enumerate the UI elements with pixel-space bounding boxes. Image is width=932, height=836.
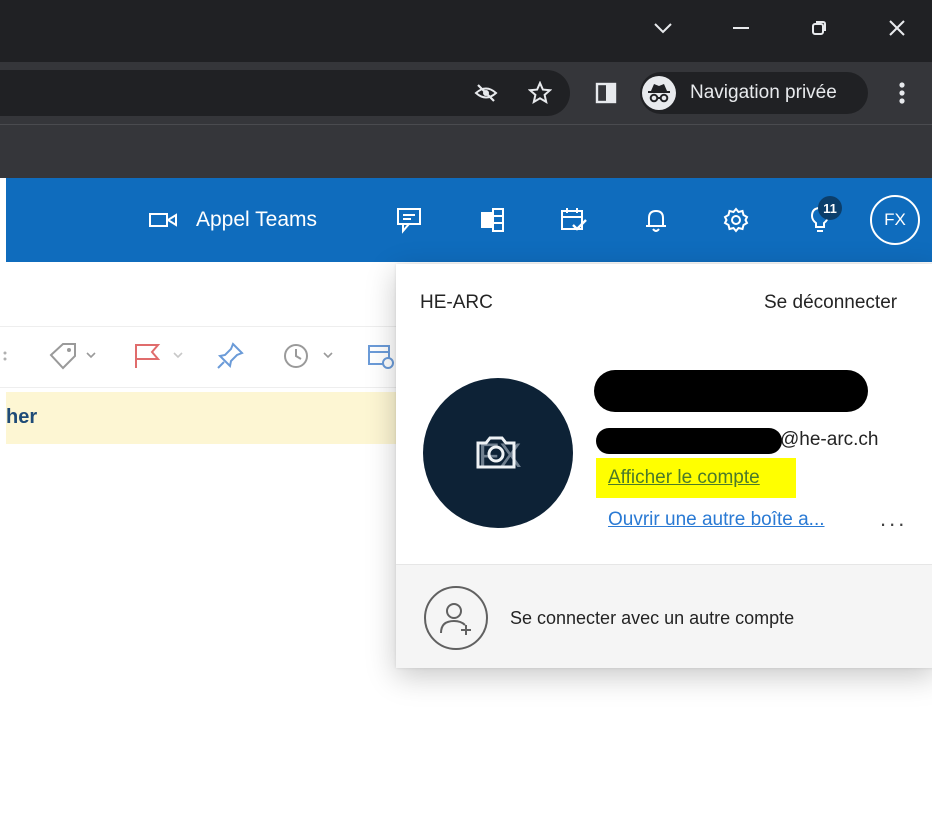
gear-icon[interactable] <box>712 178 760 262</box>
flag-icon[interactable] <box>126 336 192 376</box>
browser-titlebar <box>0 0 932 62</box>
more-options-button[interactable]: ... <box>880 506 907 532</box>
incognito-icon <box>642 76 676 110</box>
notice-text-fragment: her <box>6 406 38 428</box>
lightbulb-icon[interactable] <box>796 178 844 262</box>
incognito-indicator[interactable]: Navigation privée <box>640 72 868 114</box>
kebab-menu-icon[interactable] <box>884 70 920 116</box>
account-avatar-button[interactable]: FX <box>870 195 920 245</box>
email-domain: @he-arc.ch <box>780 429 879 450</box>
redacted-email-local-part <box>596 428 782 454</box>
outlook-header: Appel Teams <box>6 178 932 262</box>
minimize-icon[interactable] <box>718 8 764 48</box>
screen: Navigation privée Appel Teams 11 FX her … <box>0 0 932 836</box>
ribbon-overflow-icon <box>0 336 10 376</box>
private-mode-label: Navigation privée <box>690 82 837 103</box>
add-account-icon[interactable] <box>424 586 488 650</box>
sign-in-other-account-link[interactable]: Se connecter avec un autre compte <box>510 608 794 629</box>
view-account-link[interactable]: Afficher le compte <box>608 467 760 489</box>
chevron-down-icon[interactable] <box>640 8 686 48</box>
address-bar[interactable] <box>0 70 570 116</box>
pin-icon[interactable] <box>206 336 254 376</box>
teams-call-button[interactable]: Appel Teams <box>148 178 358 262</box>
bookmarks-bar <box>0 124 932 178</box>
teams-video-icon <box>148 211 178 229</box>
profile-photo-avatar[interactable]: FX <box>423 378 573 528</box>
notice-bar <box>6 392 410 444</box>
organization-name: HE-ARC <box>420 292 493 313</box>
office-apps-icon[interactable] <box>468 178 516 262</box>
calendar-check-icon[interactable] <box>550 178 598 262</box>
eye-off-icon[interactable] <box>466 70 506 116</box>
sweep-icon[interactable] <box>362 336 398 376</box>
clock-icon[interactable] <box>278 336 342 376</box>
tips-badge: 11 <box>818 196 842 220</box>
side-panel-icon[interactable] <box>588 70 624 116</box>
open-other-mailbox-link[interactable]: Ouvrir une autre boîte a... <box>608 509 825 531</box>
restore-icon[interactable] <box>796 8 842 48</box>
chat-icon[interactable] <box>386 178 434 262</box>
browser-toolbar: Navigation privée <box>0 62 932 124</box>
sign-out-button[interactable]: Se déconnecter <box>764 292 897 314</box>
redacted-display-name <box>594 370 868 412</box>
bell-icon[interactable] <box>632 178 680 262</box>
tag-icon[interactable] <box>44 336 102 376</box>
camera-icon: FX <box>470 431 526 475</box>
close-icon[interactable] <box>874 8 920 48</box>
teams-call-label: Appel Teams <box>196 208 318 231</box>
star-icon[interactable] <box>520 70 560 116</box>
